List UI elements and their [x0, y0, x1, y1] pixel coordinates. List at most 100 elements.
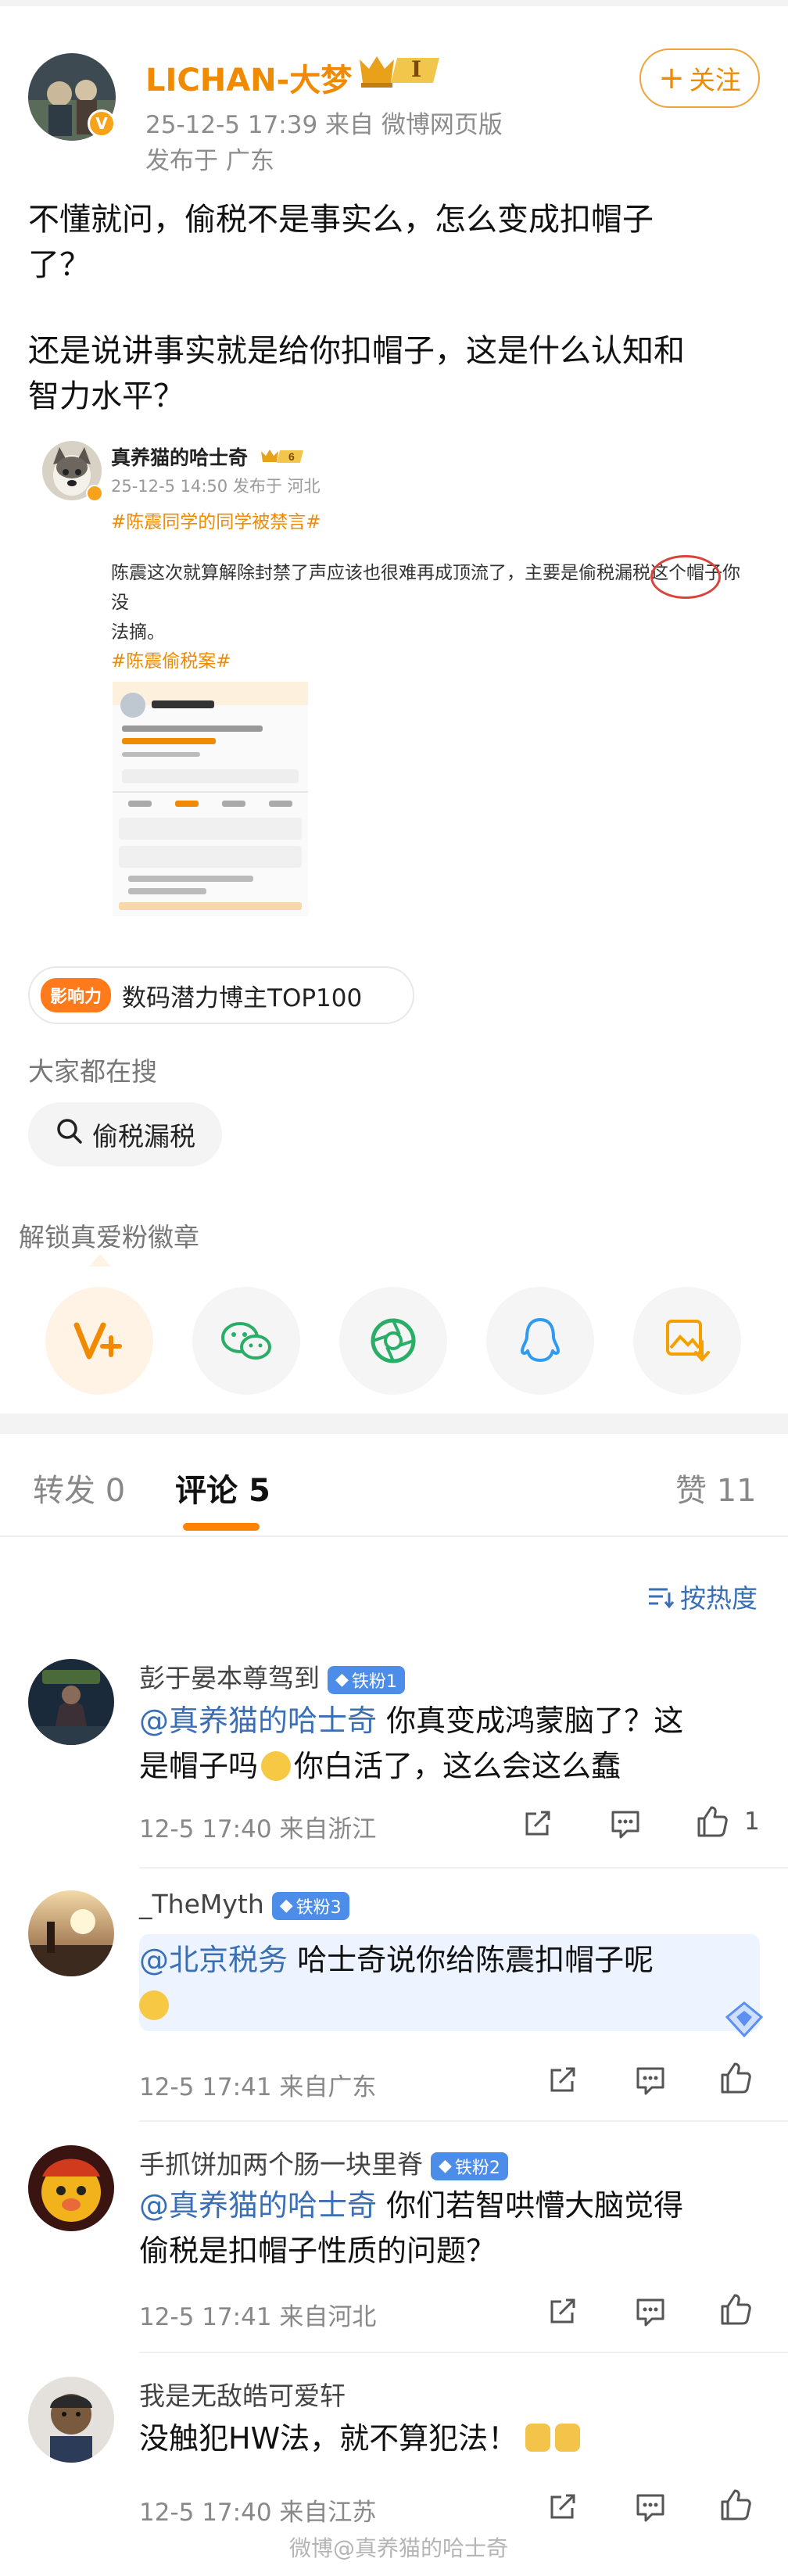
- trending-search-item[interactable]: 偷税漏税: [28, 1102, 222, 1166]
- quoted-author-text: 真养猫的哈士奇: [111, 446, 249, 469]
- comment-icon[interactable]: [633, 2294, 668, 2328]
- comment-icon[interactable]: [608, 1806, 643, 1840]
- watermark: 微博@真养猫的哈士奇: [289, 2535, 509, 2561]
- author-name[interactable]: LICHAN-大梦: [145, 55, 352, 100]
- comment-avatar[interactable]: [28, 1659, 114, 1745]
- wechat-icon: [221, 1322, 271, 1360]
- sort-icon: [649, 1588, 674, 1608]
- comment-author[interactable]: 手抓饼加两个肠一块里脊 ◆ 铁粉2: [139, 2144, 508, 2181]
- comment-line: @真养猫的哈士奇 你真变成鸿蒙脑了？这: [139, 1698, 765, 1743]
- mention-link[interactable]: @北京税务: [139, 1943, 288, 1977]
- comment-icon[interactable]: [633, 2489, 668, 2524]
- fan-level-text: 铁粉3: [296, 1897, 342, 1918]
- tab-repost-count: 0: [105, 1473, 126, 1509]
- active-tab-indicator: [183, 1523, 260, 1531]
- trending-search-text: 偷税漏税: [92, 1121, 195, 1152]
- like-count: 1: [744, 1807, 760, 1836]
- pointer-triangle: [89, 1254, 111, 1267]
- comment-avatar[interactable]: [28, 1890, 114, 1976]
- post-location: 发布于 广东: [145, 147, 274, 175]
- comment-author[interactable]: 我是无敌皓可爱轩: [139, 2375, 346, 2413]
- like-icon[interactable]: [718, 2292, 752, 2327]
- comment-line: [139, 1983, 749, 2028]
- comment-line-text: 你白活了，这么会这么蠢: [294, 1749, 621, 1783]
- comment-author[interactable]: 彭于晏本尊驾到 ◆ 铁粉1: [139, 1657, 405, 1695]
- comment-line-text: 是帽子吗: [139, 1749, 259, 1783]
- comment-author-name: 我是无敌皓可爱轩: [139, 2381, 346, 2411]
- tab-comments-label: 评论: [175, 1473, 238, 1509]
- repost-icon[interactable]: [546, 2062, 580, 2097]
- plus-icon: +: [658, 60, 685, 96]
- laughing-emoji-icon: [139, 1990, 169, 2020]
- comment-divider: [139, 2120, 788, 2122]
- diamond-icon: ◆: [335, 1670, 349, 1689]
- quoted-meta: 25-12-5 14:50 发布于 河北: [111, 477, 321, 496]
- comment-line: 是帽子吗 你白活了，这么会这么蠢: [139, 1743, 765, 1789]
- comment-avatar[interactable]: [28, 2145, 114, 2231]
- like-icon[interactable]: [718, 2488, 752, 2522]
- comment-line-text: 你们若智哄懵大脑觉得: [377, 2188, 684, 2223]
- fan-level-badge: ◆ 铁粉3: [271, 1891, 349, 1920]
- repost-icon[interactable]: [546, 2294, 580, 2328]
- comment-line-text: 哈士奇说你给陈震扣帽子呢: [288, 1943, 654, 1977]
- quoted-author-name: 真养猫的哈士奇 6: [111, 442, 306, 471]
- comment-icon[interactable]: [633, 2062, 668, 2097]
- v-plus-icon: [73, 1322, 122, 1360]
- save-image-icon: [666, 1320, 710, 1363]
- comment-avatar[interactable]: [28, 2377, 114, 2463]
- diamond-decoration-icon: [721, 2000, 768, 2042]
- tab-likes-count: 11: [716, 1473, 757, 1509]
- tab-comments-count: 5: [248, 1473, 270, 1509]
- influence-text: 数码潜力博主TOP100: [122, 983, 363, 1012]
- quoted-text-line: 法摘。: [111, 622, 165, 643]
- tab-repost[interactable]: 转发 0: [33, 1465, 125, 1510]
- follow-button[interactable]: + 关注: [639, 48, 760, 108]
- comment-text: @真养猫的哈士奇 你真变成鸿蒙脑了？这 是帽子吗 你白活了，这么会这么蠢: [139, 1698, 765, 1789]
- sort-label: 按热度: [680, 1583, 758, 1614]
- tab-likes-label: 赞: [675, 1473, 707, 1509]
- comment-line: @真养猫的哈士奇 你们若智哄懵大脑觉得: [139, 2183, 765, 2228]
- tab-likes[interactable]: 赞 11: [675, 1465, 757, 1510]
- tab-comments[interactable]: 评论 5: [175, 1465, 270, 1510]
- share-wechat-button[interactable]: [192, 1287, 300, 1395]
- qq-icon: [521, 1318, 560, 1362]
- fan-level-text: 铁粉2: [454, 2158, 500, 2178]
- comment-author-name: 彭于晏本尊驾到: [139, 1663, 320, 1693]
- influence-badge[interactable]: 影响力 数码潜力博主TOP100: [28, 966, 414, 1024]
- fan-level-badge: ◆ 铁粉2: [431, 2151, 508, 2180]
- comment-line: @北京税务 哈士奇说你给陈震扣帽子呢: [139, 1937, 749, 1983]
- post-text-p2: 还是说讲事实就是给你扣帽子，这是什么认知和 智力水平？: [28, 328, 760, 419]
- like-icon[interactable]: [718, 2061, 752, 2095]
- comment-author[interactable]: _TheMyth ◆ 铁粉3: [139, 1889, 349, 1920]
- comment-text: @真养猫的哈士奇 你们若智哄懵大脑觉得 偷税是扣帽子性质的问题？: [139, 2183, 765, 2273]
- post-text-line: 智力水平？: [28, 378, 184, 414]
- repost-icon[interactable]: [521, 1806, 555, 1840]
- share-qq-button[interactable]: [486, 1287, 594, 1395]
- comment-line: 偷税是扣帽子性质的问题？: [139, 2234, 496, 2268]
- verified-badge: V: [88, 109, 116, 138]
- fan-level-text: 铁粉1: [351, 1671, 397, 1692]
- quoted-verified-badge: [86, 485, 103, 502]
- comment-divider: [139, 2352, 788, 2353]
- quoted-level: 6: [288, 450, 295, 463]
- thinking-emoji-icon: [261, 1751, 292, 1781]
- v-plus-button[interactable]: [45, 1287, 153, 1395]
- post-time-source: 25-12-5 17:39 来自 微博网页版: [145, 111, 503, 139]
- mention-link[interactable]: @真养猫的哈士奇: [139, 1704, 377, 1738]
- comment-meta: 12-5 17:40 来自浙江: [139, 1815, 377, 1843]
- quoted-hashtag-1: #陈震同学的同学被禁言#: [111, 512, 321, 532]
- comment-meta: 12-5 17:40 来自江苏: [139, 2499, 377, 2527]
- post-text-line: 还是说讲事实就是给你扣帽子，这是什么认知和: [28, 333, 685, 369]
- like-icon[interactable]: [694, 1804, 729, 1839]
- mention-link[interactable]: @真养猫的哈士奇: [139, 2188, 377, 2223]
- search-icon: [55, 1116, 84, 1152]
- quoted-crown-icon: 6: [260, 446, 306, 471]
- share-moments-button[interactable]: [339, 1287, 447, 1395]
- diamond-icon: ◆: [439, 2156, 452, 2176]
- embedded-profile-screenshot: [113, 682, 308, 916]
- repost-icon[interactable]: [546, 2489, 580, 2524]
- save-image-button[interactable]: [633, 1287, 741, 1395]
- thumbs-up-emoji-icon: [525, 2424, 551, 2452]
- influence-tag: 影响力: [41, 978, 112, 1012]
- sort-button[interactable]: 按热度: [647, 1578, 758, 1615]
